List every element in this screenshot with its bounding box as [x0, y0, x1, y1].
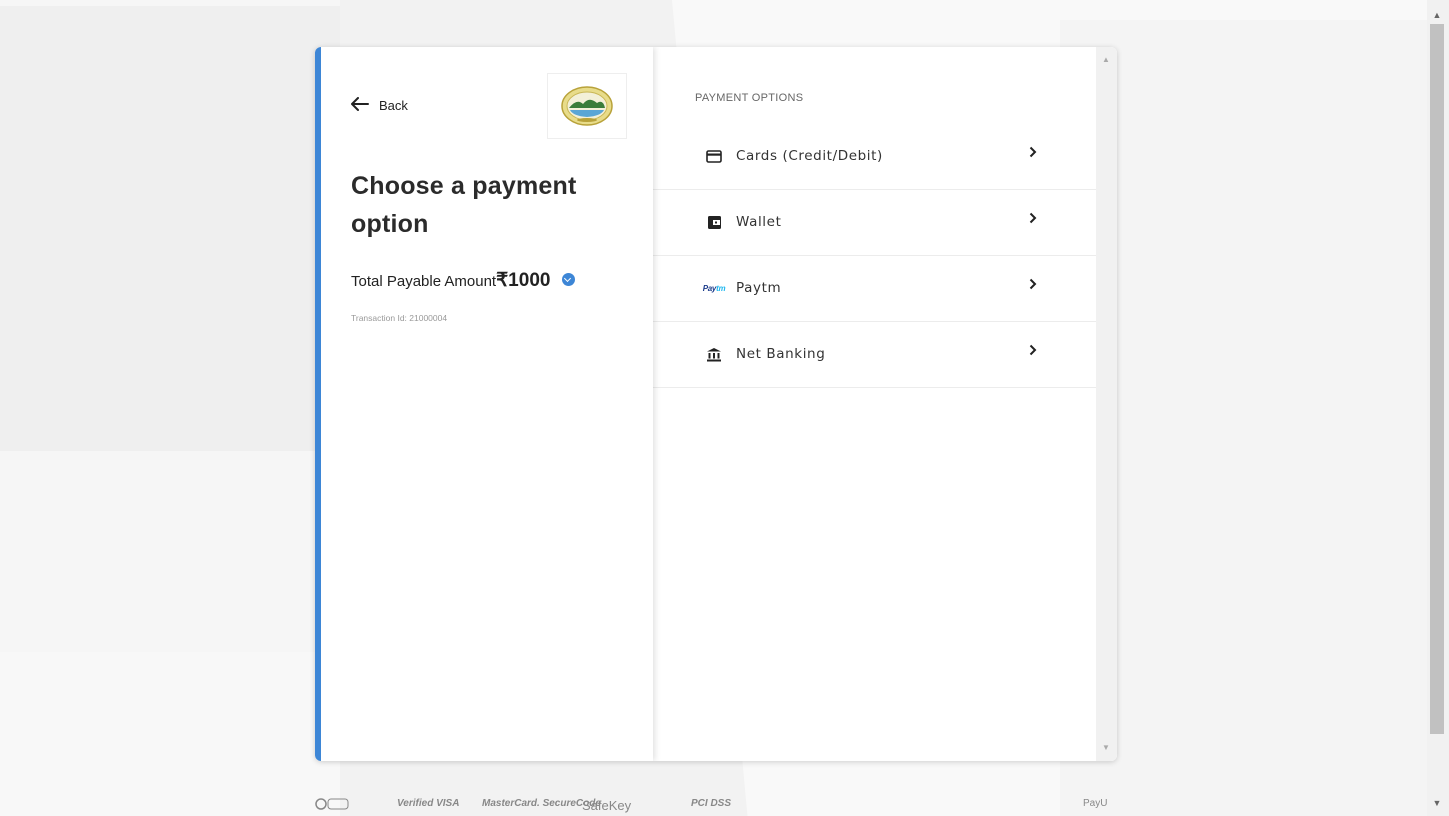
scroll-up-icon[interactable]: ▲	[1431, 10, 1443, 20]
chevron-right-icon	[1029, 211, 1037, 228]
paytm-logo-icon: Pay tm	[702, 283, 726, 293]
credit-card-icon	[705, 148, 723, 164]
amount-value: ₹1000	[496, 270, 551, 291]
amount-row: Total Payable Amount ₹1000	[351, 269, 576, 292]
payment-options-panel: PAYMENT OPTIONS Cards (Credit/Debit) Wal…	[653, 47, 1117, 761]
scroll-up-icon[interactable]: ▲	[1102, 55, 1110, 64]
back-button[interactable]: Back	[351, 96, 408, 114]
scroll-down-icon[interactable]: ▼	[1102, 743, 1110, 752]
option-label: Wallet	[736, 214, 782, 230]
payu-logo: PayU	[1083, 798, 1108, 809]
payment-option-cards[interactable]: Cards (Credit/Debit)	[653, 124, 1096, 190]
pci-dss-badge: PCI DSS	[691, 798, 732, 809]
emblem-seal-icon	[561, 86, 613, 126]
payment-option-paytm[interactable]: Pay tm Paytm	[653, 256, 1096, 322]
payment-card: Back Choose a payment option Total Payab…	[315, 47, 1117, 761]
security-badges: Verified VISA MasterCard. SecureCode Saf…	[315, 798, 1130, 816]
safekey-badge: SafeKey	[582, 798, 632, 813]
summary-panel: Back Choose a payment option Total Payab…	[315, 47, 653, 761]
background-panel	[0, 652, 340, 816]
scroll-down-icon[interactable]: ▼	[1431, 798, 1443, 808]
options-scrollbar[interactable]	[1096, 47, 1117, 761]
arrow-left-icon	[351, 96, 369, 114]
payment-option-netbanking[interactable]: Net Banking	[653, 322, 1096, 388]
page-title: Choose a payment option	[351, 172, 577, 238]
options-heading: PAYMENT OPTIONS	[695, 92, 804, 104]
back-label: Back	[379, 97, 408, 113]
chevron-right-icon	[1029, 277, 1037, 294]
page-scroll-thumb[interactable]	[1430, 24, 1444, 734]
option-label: Net Banking	[736, 346, 826, 362]
background-panel	[0, 6, 340, 451]
visa-badge: Verified VISA	[397, 798, 460, 809]
bank-icon	[705, 346, 723, 362]
secure-badge-icon	[315, 798, 349, 813]
amount-label: Total Payable Amount	[351, 273, 497, 290]
chevron-right-icon	[1029, 145, 1037, 162]
transaction-id: Transaction Id: 21000004	[351, 313, 448, 323]
chevron-right-icon	[1029, 343, 1037, 360]
chevron-down-icon[interactable]	[562, 273, 576, 286]
payment-option-wallet[interactable]: Wallet	[653, 190, 1096, 256]
option-label: Paytm	[736, 280, 782, 296]
payment-option-list: Cards (Credit/Debit) Wallet Paytm Paytm	[653, 124, 1096, 388]
wallet-icon	[705, 214, 723, 230]
merchant-logo	[547, 73, 627, 139]
option-label: Cards (Credit/Debit)	[736, 148, 883, 164]
